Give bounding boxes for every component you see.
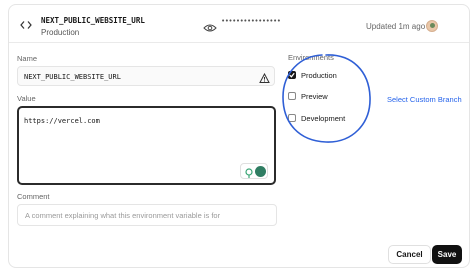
env-variable-card: NEXT_PUBLIC_WEBSITE_URL Production •••••… — [8, 4, 470, 268]
eye-icon[interactable] — [203, 20, 217, 32]
header-divider — [9, 42, 469, 43]
value-tools — [240, 163, 268, 179]
environments-label: Environments — [288, 53, 334, 62]
code-icon — [18, 17, 34, 33]
development-label: Development — [301, 113, 346, 123]
variable-environment: Production — [41, 28, 80, 37]
cancel-button[interactable]: Cancel — [388, 245, 431, 264]
preview-checkbox[interactable] — [288, 92, 296, 100]
warning-icon — [259, 71, 270, 83]
select-custom-branch-link[interactable]: Select Custom Branch — [387, 95, 462, 104]
development-checkbox[interactable] — [288, 114, 296, 122]
value-text: https://vercel.com — [24, 117, 100, 125]
value-textarea[interactable]: https://vercel.com — [17, 106, 276, 185]
avatar — [426, 20, 438, 32]
comment-field[interactable] — [17, 204, 277, 226]
name-label: Name — [17, 54, 38, 63]
value-label: Value — [17, 94, 36, 103]
comment-label: Comment — [17, 192, 50, 201]
save-button[interactable]: Save — [432, 245, 462, 264]
env-option-production[interactable]: Production — [288, 69, 337, 81]
checkmark-icon — [289, 72, 295, 78]
preview-label: Preview — [301, 91, 328, 101]
assistant-icon[interactable] — [255, 166, 266, 177]
env-option-development[interactable]: Development — [288, 112, 345, 124]
variable-name: NEXT_PUBLIC_WEBSITE_URL — [41, 16, 145, 25]
comment-input[interactable] — [18, 205, 276, 225]
updated-timestamp: Updated 1m ago — [366, 22, 426, 31]
production-label: Production — [301, 70, 337, 80]
env-option-preview[interactable]: Preview — [288, 90, 328, 102]
lightbulb-icon[interactable] — [244, 166, 254, 178]
production-checkbox[interactable] — [288, 71, 296, 79]
name-field[interactable]: NEXT_PUBLIC_WEBSITE_URL — [17, 66, 275, 86]
masked-value: •••••••••••••••• — [221, 17, 281, 25]
name-field-value: NEXT_PUBLIC_WEBSITE_URL — [24, 73, 121, 81]
card-header: NEXT_PUBLIC_WEBSITE_URL Production •••••… — [9, 5, 469, 42]
